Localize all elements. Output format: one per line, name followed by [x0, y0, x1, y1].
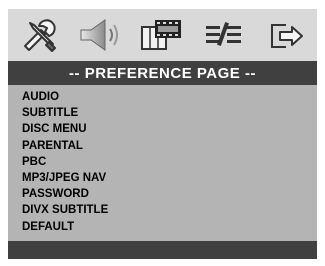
menu-list: AUDIO SUBTITLE DISC MENU PARENTAL PBC MP…	[8, 85, 317, 235]
setup-tab-bar	[8, 9, 317, 61]
tab-audio-setup[interactable]	[73, 12, 129, 58]
menu-item-parental[interactable]: PARENTAL	[8, 138, 317, 154]
general-setup-icon	[23, 19, 56, 52]
tab-general-setup[interactable]	[11, 12, 67, 58]
menu-item-disc-menu[interactable]: DISC MENU	[8, 121, 317, 137]
tab-exit[interactable]	[258, 12, 314, 58]
menu-item-pbc[interactable]: PBC	[8, 154, 317, 170]
tab-preference[interactable]	[196, 12, 252, 58]
menu-item-mp3-jpeg-nav[interactable]: MP3/JPEG NAV	[8, 170, 317, 186]
page-title-text: -- PREFERENCE PAGE --	[69, 64, 256, 82]
video-setup-icon	[141, 20, 182, 50]
tab-video-setup[interactable]	[134, 12, 190, 58]
menu-item-default[interactable]: DEFAULT	[8, 219, 317, 235]
page-title: -- PREFERENCE PAGE --	[8, 61, 317, 85]
menu-item-divx-subtitle[interactable]: DIVX SUBTITLE	[8, 202, 317, 218]
preference-icon	[206, 22, 242, 46]
audio-setup-icon	[80, 19, 118, 51]
menu-item-audio[interactable]: AUDIO	[8, 89, 317, 105]
preference-menu: AUDIO SUBTITLE DISC MENU PARENTAL PBC MP…	[8, 85, 317, 241]
setup-menu-screen: -- PREFERENCE PAGE -- AUDIO SUBTITLE DIS…	[0, 0, 325, 266]
menu-item-subtitle[interactable]: SUBTITLE	[8, 105, 317, 121]
exit-icon	[271, 24, 304, 48]
menu-item-password[interactable]: PASSWORD	[8, 186, 317, 202]
footer-bar	[8, 241, 317, 259]
